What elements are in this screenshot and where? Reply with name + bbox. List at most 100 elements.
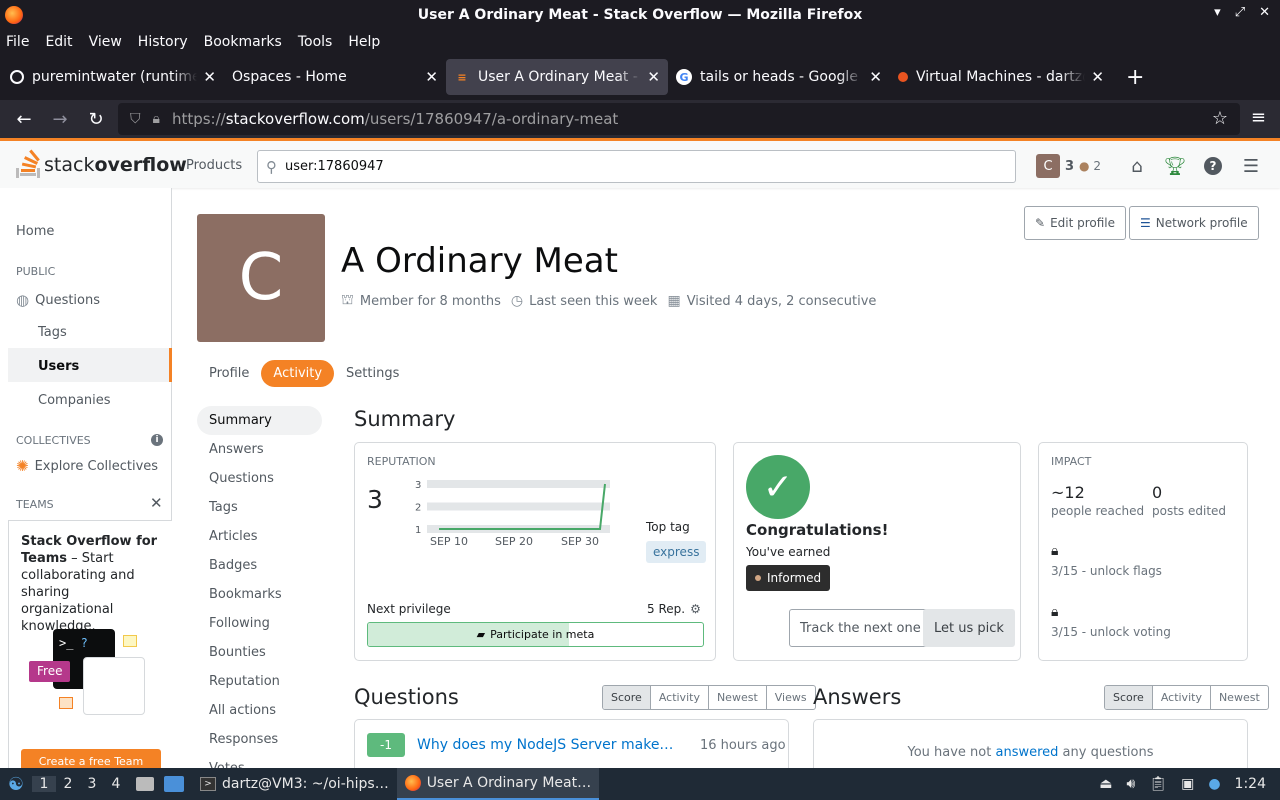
- menu-view[interactable]: View: [89, 34, 122, 50]
- maximize-icon[interactable]: ⤢: [1235, 5, 1245, 20]
- products-link[interactable]: Products: [186, 158, 242, 173]
- help-icon[interactable]: ?: [1201, 154, 1225, 178]
- back-icon[interactable]: ←: [6, 109, 42, 130]
- menu-help[interactable]: Help: [348, 34, 380, 50]
- reload-icon[interactable]: ↻: [78, 109, 114, 130]
- subnav-votes[interactable]: Votes: [197, 754, 322, 768]
- taskbar-firefox[interactable]: User A Ordinary Meat…: [396, 768, 600, 800]
- sort-newest[interactable]: Newest: [707, 686, 766, 709]
- new-tab-button[interactable]: +: [1126, 65, 1144, 90]
- url-bar[interactable]: ⛉ 🔒︎ https:// stackoverflow.com /users/1…: [118, 103, 1240, 135]
- sort-activity[interactable]: Activity: [1151, 686, 1210, 709]
- browser-tab-active[interactable]: ≡ User A Ordinary Meat - Stack Overflow …: [446, 59, 668, 95]
- close-tab-icon[interactable]: ✕: [425, 68, 438, 86]
- info-icon[interactable]: i: [151, 434, 163, 446]
- workspace-2[interactable]: 2: [56, 776, 80, 792]
- sidebar-item-companies[interactable]: Companies: [38, 393, 111, 408]
- close-tab-icon[interactable]: ✕: [203, 68, 216, 86]
- sort-activity[interactable]: Activity: [649, 686, 708, 709]
- browser-tab[interactable]: Virtual Machines - dartz@ ✕: [890, 59, 1112, 95]
- files-icon[interactable]: [136, 777, 154, 791]
- minimize-icon[interactable]: ▾: [1214, 5, 1221, 20]
- sort-views[interactable]: Views: [765, 686, 815, 709]
- menu-bookmarks[interactable]: Bookmarks: [204, 34, 282, 50]
- workspace-4[interactable]: 4: [104, 776, 128, 792]
- app-menu-icon[interactable]: ≡: [1251, 107, 1266, 128]
- close-icon[interactable]: ✕: [150, 494, 163, 512]
- inbox-icon[interactable]: ⌂: [1125, 154, 1149, 178]
- answered-link[interactable]: answered: [995, 745, 1058, 760]
- trophy-icon[interactable]: 🏆︎: [1163, 154, 1187, 178]
- subnav-summary[interactable]: Summary: [197, 406, 322, 435]
- badge-card: ✓ Congratulations! You've earned Informe…: [733, 442, 1021, 661]
- tab-settings[interactable]: Settings: [334, 360, 411, 387]
- top-tag[interactable]: express: [646, 541, 707, 563]
- close-window-icon[interactable]: ✕: [1259, 5, 1270, 20]
- desktop-icon[interactable]: [164, 776, 184, 792]
- vm-icon[interactable]: ▣: [1181, 776, 1194, 792]
- subnav-badges[interactable]: Badges: [197, 551, 322, 580]
- edit-profile-button[interactable]: ✎ Edit profile: [1024, 206, 1127, 240]
- sort-score[interactable]: Score: [1105, 686, 1152, 709]
- taskbar-terminal[interactable]: > dartz@VM3: ~/oi-hips…: [192, 768, 397, 800]
- bookmark-star-icon[interactable]: ☆: [1212, 108, 1228, 129]
- lock-icon[interactable]: 🔒︎: [153, 111, 160, 127]
- earned-text: You've earned: [746, 545, 831, 559]
- forward-icon[interactable]: →: [42, 109, 78, 130]
- gear-icon[interactable]: ⚙: [690, 602, 701, 616]
- clock-icon: ◷: [510, 293, 524, 309]
- sort-newest[interactable]: Newest: [1209, 686, 1268, 709]
- network-profile-button[interactable]: ☰ Network profile: [1129, 206, 1259, 240]
- badge-informed[interactable]: Informed: [746, 565, 831, 591]
- start-menu-icon[interactable]: ☯: [0, 774, 32, 795]
- search-input[interactable]: ⚲ user:17860947: [257, 150, 1016, 183]
- menu-history[interactable]: History: [138, 34, 188, 50]
- subnav-answers[interactable]: Answers: [197, 435, 322, 464]
- eject-icon[interactable]: ⏏: [1099, 776, 1112, 792]
- subnav-following[interactable]: Following: [197, 609, 322, 638]
- sidebar-item-explore-collectives[interactable]: ✺ Explore Collectives: [16, 457, 158, 475]
- tab-activity[interactable]: Activity: [261, 360, 335, 387]
- workspace-1[interactable]: 1: [32, 776, 56, 792]
- clipboard-icon[interactable]: 📋︎: [1149, 776, 1167, 792]
- track-next-button[interactable]: Track the next one: [789, 609, 932, 647]
- menu-edit[interactable]: Edit: [45, 34, 72, 50]
- so-logo[interactable]: stack overflow: [16, 149, 187, 179]
- subnav-responses[interactable]: Responses: [197, 725, 322, 754]
- subnav-articles[interactable]: Articles: [197, 522, 322, 551]
- browser-tab[interactable]: G tails or heads - Google Search ✕: [668, 59, 890, 95]
- subnav-tags[interactable]: Tags: [197, 493, 322, 522]
- edit-profile-label: Edit profile: [1050, 216, 1116, 230]
- url-prefix: https://: [171, 110, 226, 128]
- subnav-questions[interactable]: Questions: [197, 464, 322, 493]
- close-tab-icon[interactable]: ✕: [647, 68, 660, 86]
- subnav-reputation[interactable]: Reputation: [197, 667, 322, 696]
- sidebar-item-users-active[interactable]: [8, 348, 172, 382]
- volume-icon[interactable]: 🔊︎: [1126, 776, 1135, 792]
- privilege-progress[interactable]: ▰ Participate in meta: [367, 622, 704, 647]
- menu-file[interactable]: File: [6, 34, 29, 50]
- sidebar-item-users[interactable]: Users: [38, 359, 79, 374]
- subnav-all-actions[interactable]: All actions: [197, 696, 322, 725]
- site-switcher-icon[interactable]: ☰: [1239, 154, 1263, 178]
- subnav-bookmarks[interactable]: Bookmarks: [197, 580, 322, 609]
- sidebar-item-home[interactable]: Home: [16, 224, 54, 239]
- shield-icon[interactable]: ⛉: [130, 111, 141, 127]
- workspace-3[interactable]: 3: [80, 776, 104, 792]
- avatar[interactable]: C: [1036, 154, 1060, 178]
- question-title[interactable]: Why does my NodeJS Server make…: [417, 737, 673, 753]
- close-tab-icon[interactable]: ✕: [1091, 68, 1104, 86]
- sidebar-item-questions[interactable]: ◍ Questions: [16, 291, 100, 309]
- close-tab-icon[interactable]: ✕: [869, 68, 882, 86]
- sidebar-item-tags[interactable]: Tags: [38, 325, 67, 340]
- subnav-bounties[interactable]: Bounties: [197, 638, 322, 667]
- update-icon[interactable]: ●: [1208, 776, 1220, 792]
- sort-score[interactable]: Score: [603, 686, 650, 709]
- browser-tab[interactable]: puremintwater (runtime) ✕: [2, 59, 224, 95]
- menu-tools[interactable]: Tools: [298, 34, 333, 50]
- question-score: -1: [367, 733, 405, 757]
- firefox-icon: [5, 6, 23, 24]
- browser-tab[interactable]: Ospaces - Home ✕: [224, 59, 446, 95]
- tab-profile[interactable]: Profile: [197, 360, 261, 387]
- let-us-pick-button[interactable]: Let us pick: [923, 609, 1015, 647]
